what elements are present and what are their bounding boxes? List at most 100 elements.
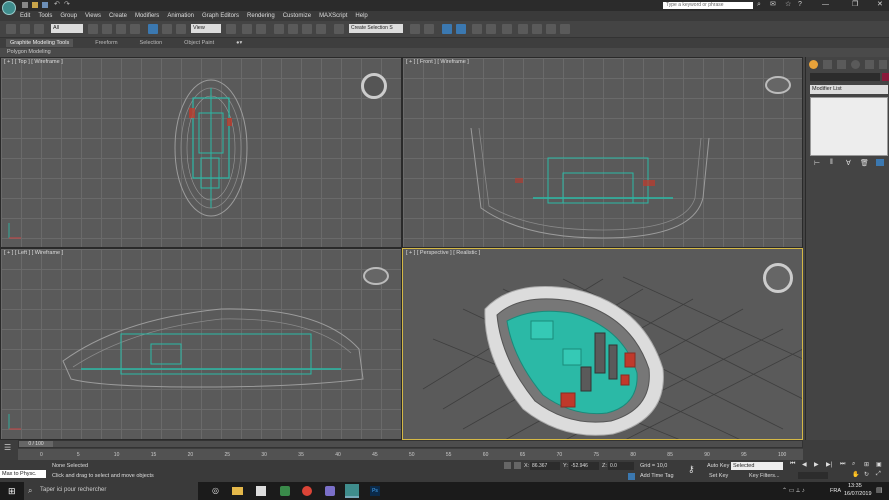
current-frame-field[interactable] bbox=[798, 472, 828, 479]
maximize-viewport-icon[interactable]: ⤢ bbox=[876, 471, 881, 478]
pan-icon[interactable]: ✋ bbox=[852, 471, 859, 478]
material-editor-icon[interactable] bbox=[502, 24, 512, 34]
utilities-tab-icon[interactable] bbox=[879, 60, 887, 69]
selection-filter-dropdown[interactable]: All bbox=[51, 24, 83, 33]
remove-modifier-icon[interactable]: 🗑 bbox=[860, 159, 869, 167]
select-move-icon[interactable] bbox=[148, 24, 158, 34]
display-tab-icon[interactable] bbox=[865, 60, 874, 69]
viewport-perspective-label[interactable]: [ + ] [ Perspective ] [ Realistic ] bbox=[406, 250, 480, 256]
go-to-start-icon[interactable]: ⏮ bbox=[790, 461, 795, 468]
create-tab-icon[interactable] bbox=[809, 60, 818, 69]
previous-frame-icon[interactable]: ◀ bbox=[802, 461, 807, 468]
reference-coord-dropdown[interactable]: View bbox=[191, 24, 221, 33]
app-icon-2[interactable] bbox=[325, 486, 335, 496]
select-by-name-icon[interactable] bbox=[102, 24, 112, 34]
polygon-modeling-label[interactable]: Polygon Modeling bbox=[7, 49, 51, 55]
select-rotate-icon[interactable] bbox=[162, 24, 172, 34]
menu-rendering[interactable]: Rendering bbox=[247, 13, 275, 19]
menu-tools[interactable]: Tools bbox=[38, 13, 52, 19]
store-icon[interactable] bbox=[256, 486, 266, 496]
motion-tab-icon[interactable] bbox=[851, 60, 860, 69]
select-object-icon[interactable] bbox=[88, 24, 98, 34]
viewport-left[interactable]: [ + ] [ Left ] [ Wireframe ] bbox=[0, 248, 402, 440]
add-time-tag-label[interactable]: Add Time Tag bbox=[640, 473, 674, 479]
align-icon[interactable] bbox=[424, 24, 434, 34]
photoshop-icon[interactable]: Ps bbox=[370, 486, 380, 496]
go-to-end-icon[interactable]: ⏭ bbox=[840, 461, 845, 468]
render-icon[interactable] bbox=[546, 24, 556, 34]
menu-help[interactable]: Help bbox=[355, 13, 367, 19]
clock-time[interactable]: 13:35 bbox=[848, 483, 862, 489]
viewcube-top-icon[interactable] bbox=[361, 73, 387, 99]
restore-icon[interactable]: ❐ bbox=[852, 0, 858, 9]
layer-explorer-icon[interactable] bbox=[442, 24, 452, 34]
language-indicator[interactable]: FRA bbox=[830, 488, 841, 494]
viewcube-front-icon[interactable] bbox=[765, 76, 791, 94]
minimize-icon[interactable]: — bbox=[822, 0, 829, 9]
viewport-perspective[interactable]: [ + ] [ Perspective ] [ Realistic ] bbox=[402, 248, 803, 440]
rect-selection-icon[interactable] bbox=[116, 24, 126, 34]
app-logo-icon[interactable] bbox=[2, 1, 16, 15]
favorites-star-icon[interactable]: ☆ bbox=[785, 1, 791, 9]
z-coord-field[interactable]: 0.0 bbox=[608, 462, 634, 470]
chrome-icon[interactable] bbox=[302, 486, 312, 496]
next-frame-icon[interactable]: ▶| bbox=[826, 461, 832, 468]
show-end-result-icon[interactable]: ‖ bbox=[830, 159, 833, 166]
modify-tab-icon[interactable] bbox=[823, 60, 832, 69]
notification-icon[interactable]: ▤ bbox=[876, 486, 883, 494]
help-search-input[interactable]: Type a keyword or phrase bbox=[663, 2, 753, 9]
communication-center-icon[interactable]: ✉ bbox=[770, 1, 776, 9]
zoom-extents-icon[interactable]: ▣ bbox=[876, 461, 882, 468]
edit-named-selection-icon[interactable] bbox=[334, 24, 344, 34]
object-name-field[interactable] bbox=[810, 73, 880, 81]
select-scale-icon[interactable] bbox=[176, 24, 186, 34]
viewcube-perspective-icon[interactable] bbox=[763, 263, 793, 293]
3ds-max-taskbar-icon[interactable] bbox=[345, 484, 359, 498]
auto-key-button[interactable]: Auto Key bbox=[707, 463, 729, 469]
rendered-frame-icon[interactable] bbox=[532, 24, 542, 34]
render-cloud-icon[interactable] bbox=[560, 24, 570, 34]
tab-freeform[interactable]: Freeform bbox=[95, 40, 117, 46]
y-coord-field[interactable]: -52.946 bbox=[569, 462, 599, 470]
menu-edit[interactable]: Edit bbox=[20, 13, 30, 19]
viewport-top[interactable]: [ + ] [ Top ] [ Wireframe ] bbox=[0, 57, 402, 248]
maxscript-listener-field[interactable]: Max to Physc. bbox=[0, 470, 46, 478]
menu-modifiers[interactable]: Modifiers bbox=[135, 13, 159, 19]
schematic-view-icon[interactable] bbox=[486, 24, 496, 34]
toggle-ribbon-icon[interactable] bbox=[456, 24, 466, 34]
clock-date[interactable]: 16/07/2019 bbox=[844, 491, 872, 497]
curve-editor-icon[interactable] bbox=[472, 24, 482, 34]
make-unique-icon[interactable]: ∀ bbox=[846, 159, 851, 167]
absolute-mode-icon[interactable] bbox=[514, 462, 521, 469]
task-view-icon[interactable]: ◎ bbox=[212, 486, 219, 495]
unlink-icon[interactable] bbox=[34, 24, 44, 34]
pivot-center-icon[interactable] bbox=[226, 24, 236, 34]
key-filters-button[interactable]: Key Filters... bbox=[749, 473, 780, 479]
redo-icon[interactable]: ↷ bbox=[64, 1, 70, 8]
snaps-toggle-icon[interactable] bbox=[274, 24, 284, 34]
configure-sets-icon[interactable] bbox=[876, 159, 884, 166]
menu-maxscript[interactable]: MAXScript bbox=[319, 13, 347, 19]
set-key-mode-icon[interactable]: ⚷ bbox=[688, 464, 695, 475]
angle-snap-icon[interactable] bbox=[288, 24, 298, 34]
app-icon-1[interactable] bbox=[280, 486, 290, 496]
mirror-icon[interactable] bbox=[410, 24, 420, 34]
object-color-swatch[interactable] bbox=[882, 73, 889, 81]
viewport-front-label[interactable]: [ + ] [ Front ] [ Wireframe ] bbox=[406, 59, 469, 65]
tab-selection[interactable]: Selection bbox=[140, 40, 163, 46]
undo-button[interactable] bbox=[6, 24, 16, 34]
modifier-stack[interactable] bbox=[810, 97, 888, 156]
open-file-icon[interactable] bbox=[32, 2, 38, 8]
isolate-selection-icon[interactable] bbox=[504, 462, 511, 469]
add-time-tag-icon[interactable] bbox=[628, 473, 635, 480]
viewcube-left-icon[interactable] bbox=[363, 267, 389, 285]
orbit-icon[interactable]: ↻ bbox=[864, 471, 869, 478]
menu-group[interactable]: Group bbox=[60, 13, 77, 19]
zoom-all-icon[interactable]: ⊞ bbox=[864, 461, 869, 468]
tab-object-paint[interactable]: Object Paint bbox=[184, 40, 214, 46]
zoom-icon[interactable]: ⌕ bbox=[852, 461, 855, 468]
key-mode-dropdown[interactable]: Selected bbox=[731, 462, 783, 470]
undo-icon[interactable]: ↶ bbox=[54, 1, 60, 8]
percent-snap-icon[interactable] bbox=[302, 24, 312, 34]
manipulate-icon[interactable] bbox=[242, 24, 252, 34]
